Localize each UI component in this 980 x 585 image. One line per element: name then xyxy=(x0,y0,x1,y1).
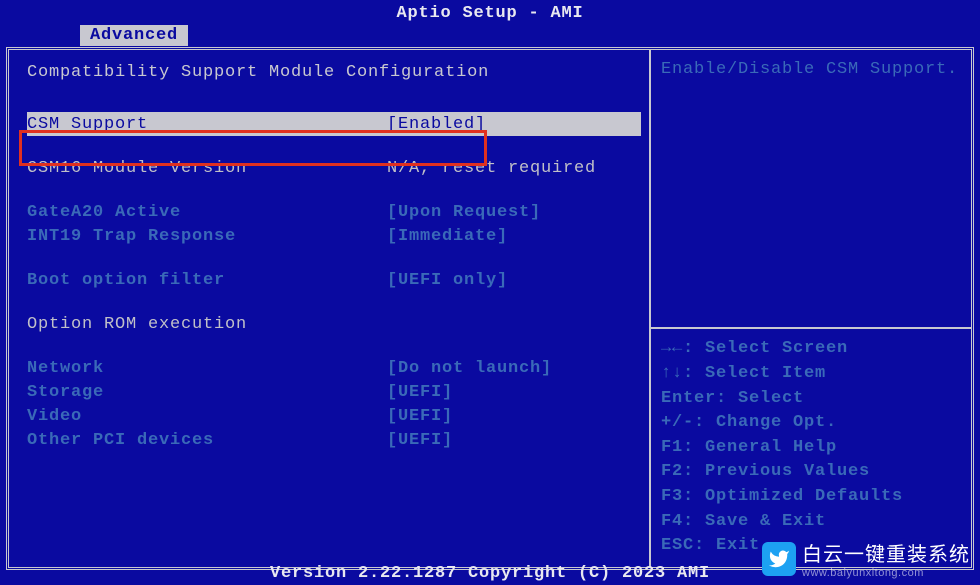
setting-label: Network xyxy=(27,359,387,378)
setting-gatea20[interactable]: GateA20 Active [Upon Request] xyxy=(27,200,641,224)
key-hint: →←: Select Screen xyxy=(661,337,961,362)
setting-value: [Do not launch] xyxy=(387,359,641,378)
window-title: Aptio Setup - AMI xyxy=(0,0,980,25)
setting-label: Storage xyxy=(27,383,387,402)
right-panel: Enable/Disable CSM Support. →←: Select S… xyxy=(649,50,971,567)
setting-network[interactable]: Network [Do not launch] xyxy=(27,356,641,380)
setting-value: [UEFI] xyxy=(387,407,641,426)
key-hint: +/-: Change Opt. xyxy=(661,411,961,436)
section-subheader-text: Option ROM execution xyxy=(27,315,247,334)
setting-label: Boot option filter xyxy=(27,271,387,290)
watermark-url: www.baiyunxitong.com xyxy=(802,567,970,579)
settings-panel: Compatibility Support Module Configurati… xyxy=(9,50,649,567)
key-hint: Enter: Select xyxy=(661,387,961,412)
key-hint: F2: Previous Values xyxy=(661,460,961,485)
setting-value: [UEFI] xyxy=(387,431,641,450)
setting-label: Video xyxy=(27,407,387,426)
setting-label: Other PCI devices xyxy=(27,431,387,450)
setting-boot-filter[interactable]: Boot option filter [UEFI only] xyxy=(27,268,641,292)
key-hint: F4: Save & Exit xyxy=(661,510,961,535)
main-frame: Compatibility Support Module Configurati… xyxy=(6,47,974,570)
help-text-area: Enable/Disable CSM Support. xyxy=(651,50,971,327)
watermark-text: 白云一键重装系统 xyxy=(802,538,970,567)
key-legend: →←: Select Screen ↑↓: Select Item Enter:… xyxy=(651,329,971,567)
help-text: Enable/Disable CSM Support. xyxy=(661,60,958,79)
setting-csm-support[interactable]: CSM Support [Enabled] xyxy=(27,112,641,136)
bird-icon xyxy=(762,542,796,576)
setting-label: GateA20 Active xyxy=(27,203,387,222)
tab-row: Advanced xyxy=(80,25,980,47)
key-hint: F1: General Help xyxy=(661,436,961,461)
setting-value: N/A, reset required xyxy=(387,159,641,178)
setting-storage[interactable]: Storage [UEFI] xyxy=(27,380,641,404)
watermark: 白云一键重装系统 www.baiyunxitong.com xyxy=(762,538,970,579)
setting-csm16-version: CSM16 Module Version N/A, reset required xyxy=(27,156,641,180)
setting-label: INT19 Trap Response xyxy=(27,227,387,246)
key-hint: ↑↓: Select Item xyxy=(661,362,961,387)
setting-value: [Immediate] xyxy=(387,227,641,246)
section-header: Compatibility Support Module Configurati… xyxy=(27,60,641,84)
setting-value: [Enabled] xyxy=(387,115,641,134)
section-subheader-rom: Option ROM execution xyxy=(27,312,641,336)
setting-value: [Upon Request] xyxy=(387,203,641,222)
section-header-text: Compatibility Support Module Configurati… xyxy=(27,63,489,82)
setting-value: [UEFI] xyxy=(387,383,641,402)
setting-label: CSM Support xyxy=(27,115,387,134)
key-hint: F3: Optimized Defaults xyxy=(661,485,961,510)
setting-int19[interactable]: INT19 Trap Response [Immediate] xyxy=(27,224,641,248)
setting-other-pci[interactable]: Other PCI devices [UEFI] xyxy=(27,428,641,452)
setting-label: CSM16 Module Version xyxy=(27,159,387,178)
setting-value: [UEFI only] xyxy=(387,271,641,290)
setting-video[interactable]: Video [UEFI] xyxy=(27,404,641,428)
tab-advanced[interactable]: Advanced xyxy=(80,25,188,46)
